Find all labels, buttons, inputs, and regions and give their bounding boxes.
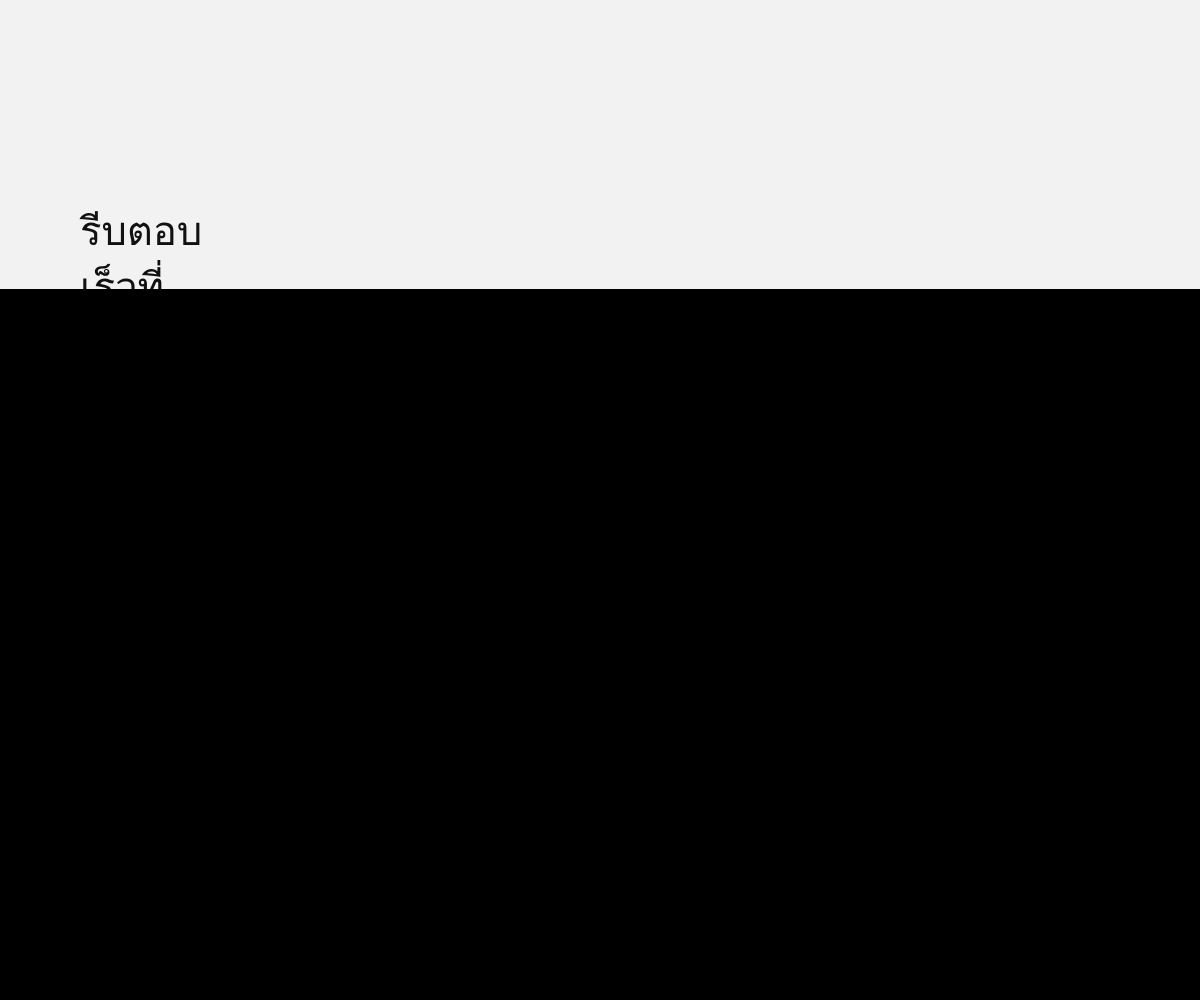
page: รีบตอบ เร็วที่ xyxy=(0,0,1200,1000)
black-overlay xyxy=(0,289,1200,1000)
heading-line-1: รีบตอบ xyxy=(80,209,203,255)
